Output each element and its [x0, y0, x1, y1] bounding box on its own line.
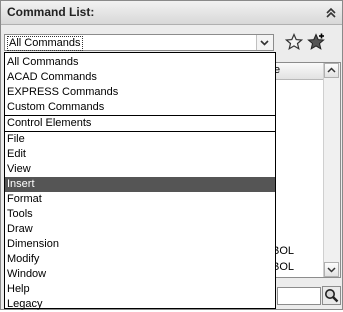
- filter-dropdown-list[interactable]: All Commands ACAD Commands EXPRESS Comma…: [4, 52, 276, 310]
- dropdown-option-format[interactable]: Format: [5, 192, 275, 207]
- dropdown-option-all-commands[interactable]: All Commands: [5, 55, 275, 70]
- dropdown-option-dimension[interactable]: Dimension: [5, 237, 275, 252]
- dropdown-option-window[interactable]: Window: [5, 267, 275, 282]
- vertical-scrollbar[interactable]: [323, 63, 340, 277]
- command-filter-combobox[interactable]: All Commands: [4, 34, 274, 51]
- dropdown-option-draw[interactable]: Draw: [5, 222, 275, 237]
- combobox-value: All Commands: [7, 36, 83, 51]
- magnifier-icon[interactable]: [322, 286, 341, 305]
- panel-title: Command List:: [7, 5, 95, 19]
- double-chevron-up-icon[interactable]: [324, 6, 338, 20]
- chevron-down-icon: [260, 40, 269, 46]
- search-input[interactable]: [277, 287, 321, 305]
- star-add-icon[interactable]: [307, 33, 325, 51]
- dropdown-option-edit[interactable]: Edit: [5, 147, 275, 162]
- scroll-up-button[interactable]: [324, 63, 339, 78]
- dropdown-option-express-commands[interactable]: EXPRESS Commands: [5, 85, 275, 100]
- chevron-down-icon: [327, 267, 336, 273]
- command-list-panel: Command List: e BOL BOL All Commands All…: [0, 0, 343, 310]
- star-icon[interactable]: [284, 32, 304, 51]
- dropdown-option-control-elements[interactable]: Control Elements: [5, 116, 275, 131]
- dropdown-option-custom-commands[interactable]: Custom Commands: [5, 100, 275, 115]
- panel-title-bar: Command List:: [1, 1, 342, 25]
- dropdown-option-tools[interactable]: Tools: [5, 207, 275, 222]
- dropdown-option-help[interactable]: Help: [5, 282, 275, 297]
- dropdown-option-view[interactable]: View: [5, 162, 275, 177]
- command-list-column-header[interactable]: e: [272, 63, 324, 80]
- chevron-up-icon: [327, 67, 336, 73]
- dropdown-option-acad-commands[interactable]: ACAD Commands: [5, 70, 275, 85]
- combobox-dropdown-button[interactable]: [256, 35, 273, 50]
- dropdown-option-insert[interactable]: Insert: [5, 177, 275, 192]
- scroll-down-button[interactable]: [324, 262, 339, 277]
- command-list[interactable]: e BOL BOL: [271, 62, 341, 278]
- dropdown-option-modify[interactable]: Modify: [5, 252, 275, 267]
- dropdown-option-file[interactable]: File: [5, 132, 275, 147]
